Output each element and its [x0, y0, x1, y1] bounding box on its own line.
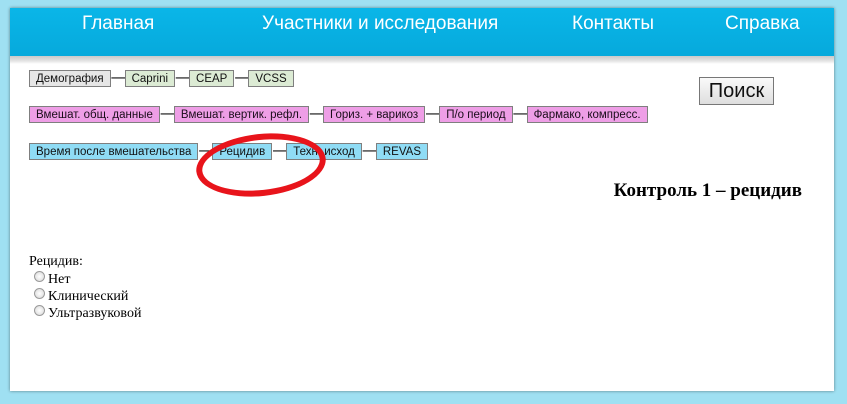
step-horizontal-varicose[interactable]: Гориз. + варикоз — [323, 105, 426, 123]
arrow-icon: ⟶ — [309, 106, 328, 122]
step-postop-period[interactable]: П/о период — [439, 105, 513, 123]
step-intervention-vertical-reflux[interactable]: Вмешат. вертик. рефл. — [173, 105, 310, 123]
step-revas[interactable]: REVAS — [375, 142, 429, 160]
step-row-2: Вмешат. общ. данные ⟶ Вмешат. вертик. рефл… — [29, 105, 648, 123]
page-title: Контроль 1 – рецидив — [613, 180, 802, 201]
step-caprini[interactable]: Caprini — [124, 69, 176, 87]
step-technical-outcome[interactable]: Техн. исход — [286, 142, 362, 160]
top-navigation: Главная Участники и исследования Контакт… — [10, 8, 834, 56]
radio-option-clinical[interactable]: Клинический — [34, 288, 128, 305]
step-row-1: Демография ⟶ Caprini ⟶ CEAP ⟶ VCSS — [29, 69, 294, 87]
radio-label: Нет — [48, 272, 71, 287]
arrow-icon: ⟶ — [110, 70, 130, 86]
step-pharmaco-compression[interactable]: Фармако, компресс. — [526, 105, 648, 123]
radio-button[interactable] — [34, 305, 45, 316]
content-panel: Главная Участники и исследования Контакт… — [10, 8, 834, 391]
step-time-after-intervention[interactable]: Время после вмешательства — [29, 142, 199, 160]
nav-help[interactable]: Справка — [725, 13, 800, 35]
recurrence-question-label: Рецидив: — [29, 254, 83, 269]
nav-divider — [10, 56, 834, 64]
step-demography[interactable]: Демография — [29, 69, 111, 87]
nav-home[interactable]: Главная — [82, 13, 154, 35]
radio-label: Клинический — [48, 289, 129, 304]
radio-option-none[interactable]: Нет — [34, 271, 70, 288]
arrow-icon: ⟶ — [175, 70, 194, 86]
step-vcss[interactable]: VCSS — [248, 69, 294, 87]
arrow-icon: ⟶ — [159, 106, 179, 122]
arrow-icon: ⟶ — [198, 143, 218, 159]
radio-button[interactable] — [34, 288, 45, 299]
outer-frame: Главная Участники и исследования Контакт… — [0, 0, 847, 404]
radio-label: Ультразвуковой — [48, 306, 142, 321]
step-intervention-general[interactable]: Вмешат. общ. данные — [29, 105, 160, 123]
highlight-annotation-circle — [193, 127, 329, 203]
radio-option-ultrasound[interactable]: Ультразвуковой — [34, 305, 141, 322]
nav-contacts[interactable]: Контакты — [572, 13, 654, 35]
step-row-3: Время после вмешательства ⟶ Рецидив ⟶ Техн. … — [29, 142, 429, 160]
nav-participants-studies[interactable]: Участники и исследования — [262, 13, 498, 35]
step-ceap[interactable]: CEAP — [189, 69, 235, 87]
radio-button[interactable] — [34, 271, 45, 282]
arrow-icon: ⟶ — [272, 143, 291, 159]
arrow-icon: ⟶ — [512, 106, 532, 122]
arrow-icon: ⟶ — [361, 143, 381, 159]
search-button[interactable]: Поиск — [699, 77, 774, 105]
arrow-icon: ⟶ — [425, 106, 444, 122]
step-recurrence[interactable]: Рецидив — [212, 142, 273, 160]
arrow-icon: ⟶ — [234, 70, 253, 86]
